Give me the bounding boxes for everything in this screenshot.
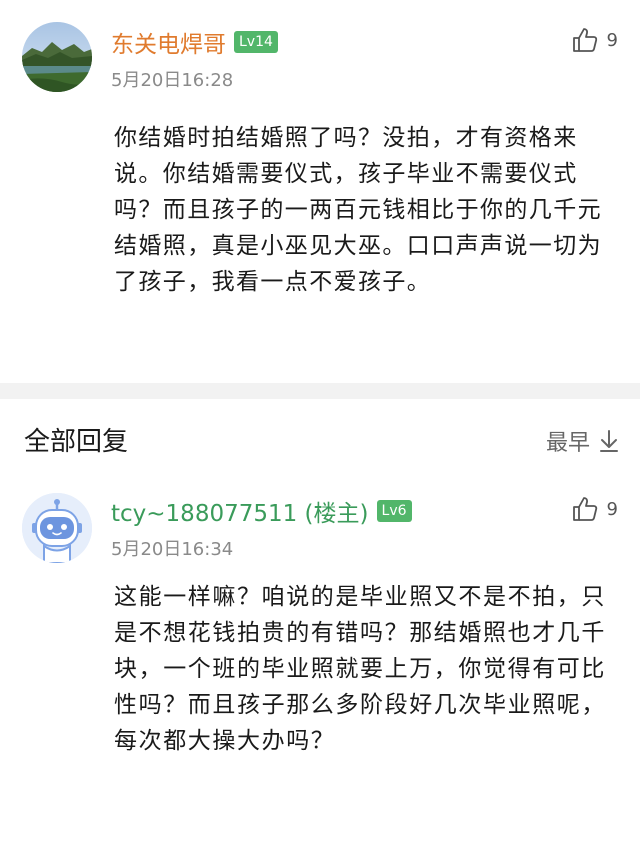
timestamp: 5月20日16:28 (111, 70, 234, 91)
level-badge: Lv6 (376, 500, 412, 522)
like-button[interactable]: 9 (571, 26, 618, 54)
arrow-down-icon (598, 429, 620, 453)
section-divider (0, 383, 640, 399)
avatar[interactable] (22, 493, 92, 563)
replies-header: 全部回复 最早 (0, 399, 640, 493)
author-name[interactable]: tcy~188077511 (楼主) (111, 494, 369, 528)
sort-label: 最早 (545, 431, 590, 456)
like-button[interactable]: 9 (571, 495, 618, 523)
author-line: 东关电焊哥 Lv14 (111, 24, 278, 60)
level-badge: Lv14 (234, 31, 278, 53)
sort-button[interactable]: 最早 (546, 425, 620, 457)
author-name[interactable]: 东关电焊哥 (111, 25, 226, 59)
reply-card: tcy~188077511 (楼主) Lv6 5月20日16:34 9 这能一样… (0, 493, 640, 863)
thumbs-up-icon (571, 26, 599, 54)
comment-card: 东关电焊哥 Lv14 5月20日16:28 9 你结婚时拍结婚照了吗？没拍，才有… (0, 0, 640, 383)
robot-avatar-image (22, 493, 92, 563)
replies-title: 全部回复 (24, 427, 129, 457)
reply-text: 这能一样嘛？咱说的是毕业照又不是不拍，只是不想花钱拍贵的有错吗？那结婚照也才几千… (114, 584, 606, 754)
avatar-landscape-image (22, 22, 92, 92)
thumbs-up-icon (571, 495, 599, 523)
timestamp: 5月20日16:34 (111, 539, 234, 560)
like-count: 9 (606, 29, 618, 51)
like-count: 9 (606, 498, 618, 520)
avatar[interactable] (22, 22, 92, 92)
author-line: tcy~188077511 (楼主) Lv6 (111, 493, 412, 529)
comment-text: 你结婚时拍结婚照了吗？没拍，才有资格来说。你结婚需要仪式，孩子毕业不需要仪式吗？… (114, 125, 602, 295)
